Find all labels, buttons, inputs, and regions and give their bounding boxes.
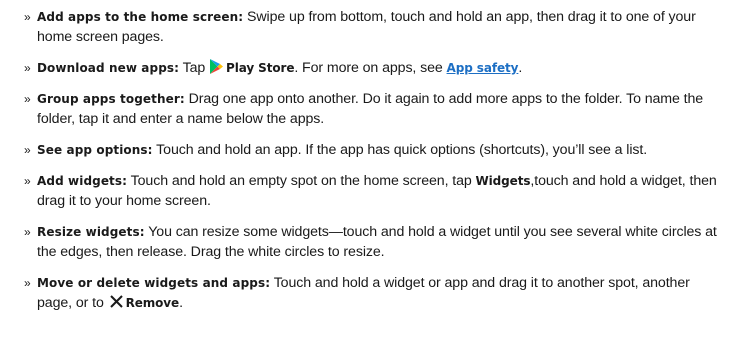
tip-term: Move or delete widgets and apps:	[37, 276, 271, 290]
tip-text: .	[518, 60, 523, 76]
tip-term: Group apps together:	[37, 92, 185, 106]
tip-group-apps: » Group apps together: Drag one app onto …	[24, 89, 724, 129]
bullet-marker: »	[24, 10, 31, 24]
remove-label: Remove	[125, 296, 180, 310]
tip-download-apps: » Download new apps: Tap Play Store. For …	[24, 58, 724, 78]
tip-add-apps: » Add apps to the home screen: Swipe up f…	[24, 7, 724, 47]
bullet-marker: »	[24, 174, 31, 188]
tip-term: See app options:	[37, 143, 153, 157]
tip-text: .	[179, 295, 183, 311]
play-store-label: Play Store	[226, 61, 295, 75]
tip-term: Add apps to the home screen:	[37, 10, 244, 24]
tip-app-options: » See app options: Touch and hold an app.…	[24, 140, 724, 160]
close-x-icon	[109, 295, 123, 308]
tip-add-widgets: » Add widgets: Touch and hold an empty sp…	[24, 171, 724, 211]
tip-term: Add widgets:	[37, 174, 128, 188]
widgets-label: Widgets	[475, 174, 531, 188]
app-safety-link[interactable]: App safety	[447, 61, 519, 75]
tip-term: Download new apps:	[37, 61, 180, 75]
tip-resize-widgets: » Resize widgets: You can resize some wid…	[24, 222, 724, 262]
tip-text: Tap	[179, 60, 210, 76]
tip-term: Resize widgets:	[37, 225, 145, 239]
tip-text: Touch and hold an empty spot on the home…	[127, 173, 476, 189]
tip-move-delete: » Move or delete widgets and apps: Touch …	[24, 273, 724, 313]
bullet-marker: »	[24, 276, 31, 290]
bullet-marker: »	[24, 143, 31, 157]
tip-text: . For more on apps, see	[294, 60, 447, 76]
bullet-marker: »	[24, 92, 31, 106]
bullet-marker: »	[24, 61, 31, 75]
tip-text: Touch and hold an app. If the app has qu…	[152, 142, 648, 158]
tips-list: » Add apps to the home screen: Swipe up f…	[24, 7, 724, 324]
bullet-marker: »	[24, 225, 31, 239]
play-store-icon	[210, 59, 224, 74]
